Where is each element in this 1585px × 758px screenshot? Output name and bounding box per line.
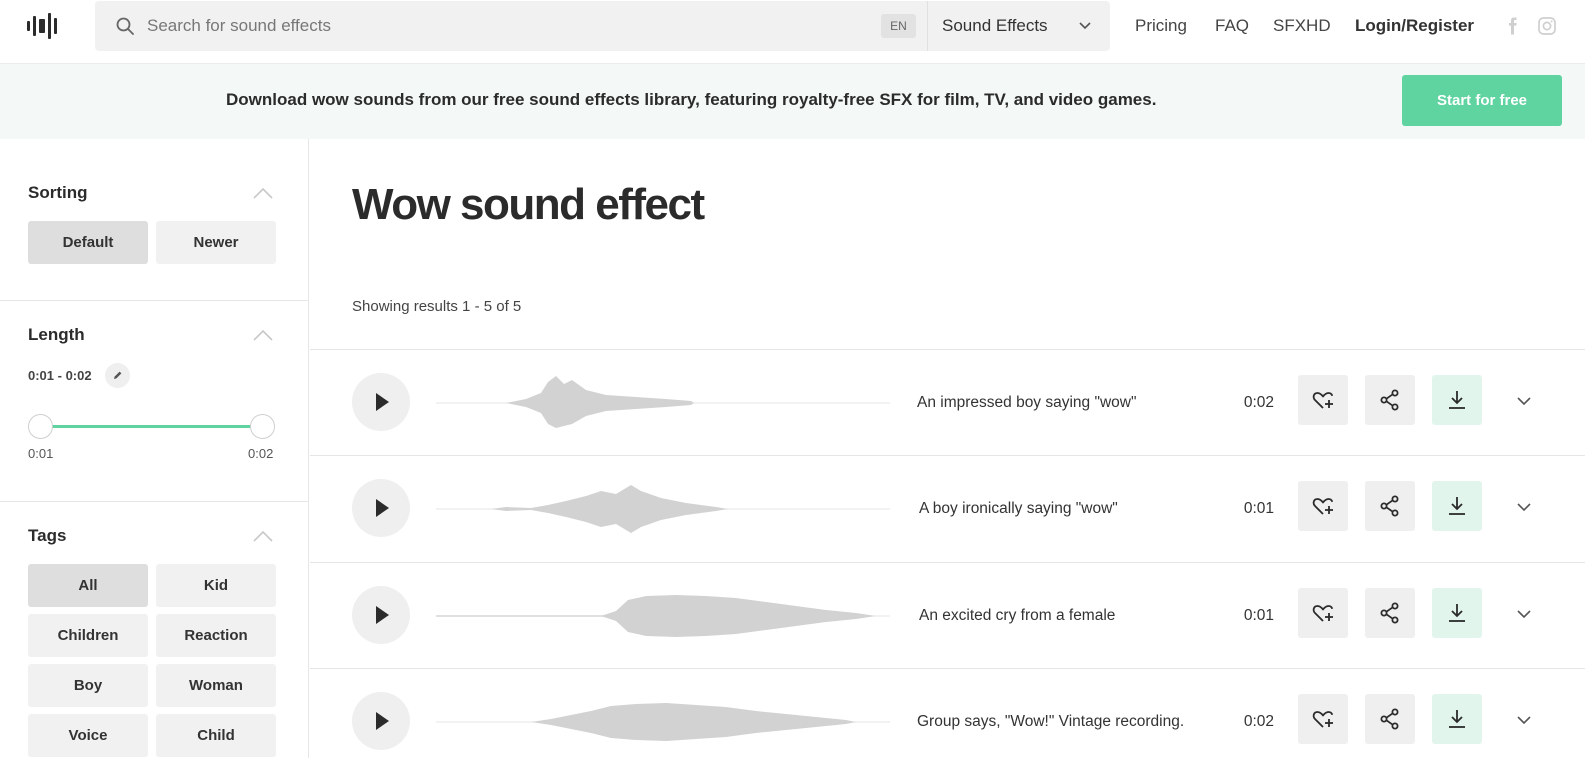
sorting-title: Sorting xyxy=(28,183,88,202)
add-to-favorites-button[interactable] xyxy=(1298,481,1348,531)
facebook-icon[interactable] xyxy=(1503,16,1523,36)
tag-reaction[interactable]: Reaction xyxy=(156,614,276,657)
share-icon xyxy=(1380,389,1399,411)
results-count: Showing results 1 - 5 of 5 xyxy=(352,298,522,315)
length-min-label: 0:01 xyxy=(28,446,54,461)
nav-sfxhd[interactable]: SFXHD xyxy=(1273,14,1331,38)
waveform[interactable] xyxy=(436,474,890,544)
language-badge[interactable]: EN xyxy=(881,14,916,38)
tag-child[interactable]: Child xyxy=(156,714,276,757)
sound-row: Group says, "Wow!" Vintage recording. 0:… xyxy=(310,668,1585,758)
sound-title[interactable]: An impressed boy saying "wow" xyxy=(917,394,1137,412)
heart-plus-icon xyxy=(1312,498,1334,515)
banner-text: Download wow sounds from our free sound … xyxy=(226,90,1157,109)
download-button[interactable] xyxy=(1432,588,1482,638)
length-slider-track[interactable] xyxy=(40,425,262,428)
download-icon xyxy=(1449,604,1465,622)
search-input[interactable] xyxy=(147,1,957,51)
instagram-icon[interactable] xyxy=(1537,16,1557,36)
download-icon xyxy=(1449,710,1465,728)
page-title: Wow sound effect xyxy=(352,180,705,229)
share-button[interactable] xyxy=(1365,694,1415,744)
tag-voice[interactable]: Voice xyxy=(28,714,148,757)
tags-title: Tags xyxy=(28,526,67,545)
share-button[interactable] xyxy=(1365,481,1415,531)
sound-title[interactable]: An excited cry from a female xyxy=(919,607,1115,625)
tag-kid[interactable]: Kid xyxy=(156,564,276,607)
promo-banner: Download wow sounds from our free sound … xyxy=(0,64,1585,139)
heart-plus-icon xyxy=(1312,711,1334,728)
category-select[interactable]: Sound Effects xyxy=(928,1,1108,51)
add-to-favorites-button[interactable] xyxy=(1298,375,1348,425)
nav-login-register[interactable]: Login/Register xyxy=(1355,14,1474,38)
sound-duration: 0:01 xyxy=(1243,607,1274,624)
tag-all[interactable]: All xyxy=(28,564,148,607)
filter-sidebar: Sorting Default Newer Length 0:01 - 0:02… xyxy=(0,139,309,758)
share-icon xyxy=(1380,708,1399,730)
sound-row: A boy ironically saying "wow" 0:01 xyxy=(310,455,1585,561)
sound-row: An excited cry from a female 0:01 xyxy=(310,562,1585,668)
start-for-free-button[interactable]: Start for free xyxy=(1402,75,1562,126)
chevron-up-icon[interactable] xyxy=(252,328,274,342)
download-icon xyxy=(1449,391,1465,409)
download-icon xyxy=(1449,497,1465,515)
sound-title[interactable]: A boy ironically saying "wow" xyxy=(919,500,1118,518)
play-button[interactable] xyxy=(352,479,410,537)
edit-range-button[interactable] xyxy=(105,363,130,388)
sort-default-button[interactable]: Default xyxy=(28,221,148,264)
sound-duration: 0:02 xyxy=(1243,394,1274,411)
chevron-down-icon[interactable] xyxy=(1516,606,1532,622)
download-button[interactable] xyxy=(1432,375,1482,425)
waveform[interactable] xyxy=(436,687,890,757)
length-range-label: 0:01 - 0:02 xyxy=(28,368,92,383)
chevron-down-icon[interactable] xyxy=(1516,712,1532,728)
nav-pricing[interactable]: Pricing xyxy=(1135,14,1187,38)
sound-duration: 0:01 xyxy=(1243,500,1274,517)
play-icon xyxy=(376,712,389,730)
nav-faq[interactable]: FAQ xyxy=(1215,14,1249,38)
add-to-favorites-button[interactable] xyxy=(1298,588,1348,638)
site-logo[interactable] xyxy=(27,12,63,40)
pencil-icon xyxy=(114,371,122,379)
play-icon xyxy=(376,606,389,624)
add-to-favorites-button[interactable] xyxy=(1298,694,1348,744)
length-title: Length xyxy=(28,325,85,344)
download-button[interactable] xyxy=(1432,694,1482,744)
chevron-down-icon[interactable] xyxy=(1516,393,1532,409)
heart-plus-icon xyxy=(1312,392,1334,409)
sound-duration: 0:02 xyxy=(1243,713,1274,730)
share-button[interactable] xyxy=(1365,588,1415,638)
waveform[interactable] xyxy=(436,581,890,651)
chevron-down-icon[interactable] xyxy=(1516,499,1532,515)
length-slider-min-handle[interactable] xyxy=(28,414,53,439)
play-icon xyxy=(376,393,389,411)
tag-children[interactable]: Children xyxy=(28,614,148,657)
play-button[interactable] xyxy=(352,373,410,431)
share-icon xyxy=(1380,495,1399,517)
tag-boy[interactable]: Boy xyxy=(28,664,148,707)
play-button[interactable] xyxy=(352,692,410,750)
waveform[interactable] xyxy=(436,368,890,438)
heart-plus-icon xyxy=(1312,605,1334,622)
sound-row: An impressed boy saying "wow" 0:02 xyxy=(310,349,1585,455)
search-bar: EN Sound Effects xyxy=(95,1,1110,51)
section-divider xyxy=(0,300,309,301)
section-divider xyxy=(0,501,309,502)
top-header: EN Sound Effects Pricing FAQ SFXHD Login… xyxy=(0,0,1585,64)
length-slider-max-handle[interactable] xyxy=(250,414,275,439)
play-button[interactable] xyxy=(352,586,410,644)
chevron-down-icon xyxy=(1079,22,1091,30)
sound-title[interactable]: Group says, "Wow!" Vintage recording. xyxy=(917,713,1184,731)
play-icon xyxy=(376,499,389,517)
category-label: Sound Effects xyxy=(942,16,1048,35)
share-button[interactable] xyxy=(1365,375,1415,425)
sort-newer-button[interactable]: Newer xyxy=(156,221,276,264)
download-button[interactable] xyxy=(1432,481,1482,531)
search-icon[interactable] xyxy=(115,16,135,36)
tag-woman[interactable]: Woman xyxy=(156,664,276,707)
chevron-up-icon[interactable] xyxy=(252,186,274,200)
share-icon xyxy=(1380,602,1399,624)
length-max-label: 0:02 xyxy=(248,446,274,461)
chevron-up-icon[interactable] xyxy=(252,529,274,543)
